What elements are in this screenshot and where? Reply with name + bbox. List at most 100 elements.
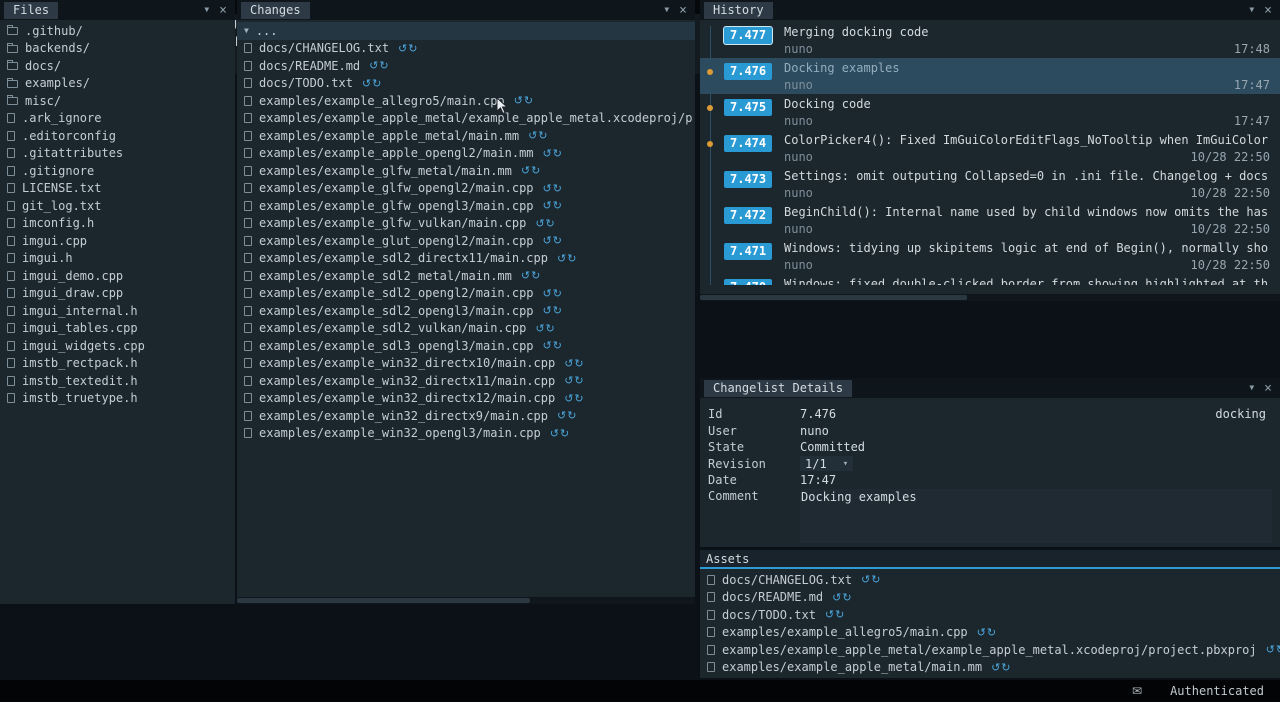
close-panel-icon[interactable]: × bbox=[1264, 382, 1272, 395]
filter-icon[interactable]: ▼ bbox=[204, 6, 209, 14]
commit-author: nuno bbox=[784, 78, 1274, 94]
changed-file-row[interactable]: examples/example_sdl3_opengl3/main.cpp ↺… bbox=[237, 337, 695, 355]
changed-file-row[interactable]: examples/example_sdl2_metal/main.mm ↺↻ bbox=[237, 267, 695, 285]
files-panel-title[interactable]: Files bbox=[4, 2, 58, 19]
comment-text[interactable]: Docking examples bbox=[800, 489, 1272, 543]
history-row[interactable]: 7.472 BeginChild(): Internal name used b… bbox=[700, 202, 1280, 238]
commit-time: 17:47 bbox=[1234, 78, 1270, 92]
file-tree-item[interactable]: imgui_widgets.cpp bbox=[0, 337, 235, 355]
file-name: .ark_ignore bbox=[22, 111, 101, 125]
file-icon bbox=[707, 575, 715, 585]
modified-icon: ↺↻ bbox=[977, 626, 997, 639]
history-panel-title[interactable]: History bbox=[704, 2, 773, 19]
file-tree-item[interactable]: imgui_draw.cpp bbox=[0, 285, 235, 303]
horizontal-scrollbar[interactable] bbox=[237, 597, 695, 604]
history-row[interactable]: 7.475 Docking code nuno 17:47 bbox=[700, 94, 1280, 130]
asset-row[interactable]: docs/CHANGELOG.txt ↺↻ bbox=[700, 571, 1280, 589]
scrollbar-thumb[interactable] bbox=[700, 295, 967, 300]
file-tree-item[interactable]: .editorconfig bbox=[0, 127, 235, 145]
file-icon bbox=[244, 288, 252, 298]
filter-icon[interactable]: ▼ bbox=[1249, 384, 1254, 392]
file-name: misc/ bbox=[25, 94, 61, 108]
file-tree-item[interactable]: imgui_tables.cpp bbox=[0, 320, 235, 338]
changed-file-row[interactable]: examples/example_win32_directx12/main.cp… bbox=[237, 390, 695, 408]
changed-file-row[interactable]: examples/example_apple_opengl2/main.mm ↺… bbox=[237, 145, 695, 163]
file-tree-item[interactable]: imconfig.h bbox=[0, 215, 235, 233]
filter-icon[interactable]: ▼ bbox=[664, 6, 669, 14]
version-badge: 7.477 bbox=[724, 27, 772, 44]
file-tree-item[interactable]: .ark_ignore bbox=[0, 110, 235, 128]
file-tree-item[interactable]: .github/ bbox=[0, 22, 235, 40]
changed-file-row[interactable]: examples/example_win32_opengl3/main.cpp … bbox=[237, 425, 695, 443]
file-icon bbox=[244, 358, 252, 368]
changed-file-row[interactable]: examples/example_allegro5/main.cpp ↺↻ bbox=[237, 92, 695, 110]
history-row[interactable]: 7.474 ColorPicker4(): Fixed ImGuiColorEd… bbox=[700, 130, 1280, 166]
file-tree-item[interactable]: docs/ bbox=[0, 57, 235, 75]
file-tree-item[interactable]: imgui.h bbox=[0, 250, 235, 268]
changed-file-row[interactable]: docs/README.md ↺↻ bbox=[237, 57, 695, 75]
file-tree-item[interactable]: imstb_truetype.h bbox=[0, 390, 235, 408]
changed-file-row[interactable]: examples/example_win32_directx11/main.cp… bbox=[237, 372, 695, 390]
version-badge: 7.474 bbox=[724, 135, 772, 152]
filter-icon[interactable]: ▼ bbox=[1249, 6, 1254, 14]
file-icon bbox=[244, 236, 252, 246]
file-tree-item[interactable]: imstb_rectpack.h bbox=[0, 355, 235, 373]
changeset-date: 17:47 bbox=[800, 473, 836, 487]
changed-file-row[interactable]: examples/example_glfw_opengl2/main.cpp ↺… bbox=[237, 180, 695, 198]
changes-panel-title[interactable]: Changes bbox=[241, 2, 310, 19]
changed-file-row[interactable]: examples/example_glut_opengl2/main.cpp ↺… bbox=[237, 232, 695, 250]
file-tree-item[interactable]: .gitattributes bbox=[0, 145, 235, 163]
file-tree-item[interactable]: git_log.txt bbox=[0, 197, 235, 215]
changed-file-row[interactable]: docs/CHANGELOG.txt ↺↻ bbox=[237, 40, 695, 58]
file-tree-item[interactable]: backends/ bbox=[0, 40, 235, 58]
changed-file-row[interactable]: examples/example_sdl2_directx11/main.cpp… bbox=[237, 250, 695, 268]
asset-row[interactable]: examples/example_allegro5/main.cpp ↺↻ bbox=[700, 624, 1280, 642]
close-panel-icon[interactable]: × bbox=[1264, 4, 1272, 17]
changed-file-row[interactable]: docs/TODO.txt ↺↻ bbox=[237, 75, 695, 93]
asset-row[interactable]: docs/README.md ↺↻ bbox=[700, 589, 1280, 607]
close-panel-icon[interactable]: × bbox=[679, 4, 687, 17]
mail-icon[interactable]: ✉ bbox=[1132, 684, 1142, 698]
history-row[interactable]: 7.477 Merging docking code nuno 17:48 bbox=[700, 22, 1280, 58]
history-row[interactable]: 7.470 Windows: fixed double-clicked bord… bbox=[700, 274, 1280, 285]
changed-file-row[interactable]: examples/example_apple_metal/example_app… bbox=[237, 110, 695, 128]
close-panel-icon[interactable]: × bbox=[219, 4, 227, 17]
file-tree-item[interactable]: misc/ bbox=[0, 92, 235, 110]
changed-file-row[interactable]: examples/example_win32_directx10/main.cp… bbox=[237, 355, 695, 373]
changed-file-row[interactable]: examples/example_win32_directx9/main.cpp… bbox=[237, 407, 695, 425]
details-panel-title[interactable]: Changelist Details bbox=[704, 380, 852, 397]
expand-icon[interactable]: ▼ bbox=[244, 26, 249, 35]
file-tree-item[interactable]: .gitignore bbox=[0, 162, 235, 180]
asset-row[interactable]: examples/example_apple_metal/main.mm ↺↻ bbox=[700, 659, 1280, 677]
scrollbar-thumb[interactable] bbox=[237, 598, 530, 603]
changes-root-row[interactable]: ▼ ... bbox=[237, 22, 695, 40]
file-tree-item[interactable]: imgui_internal.h bbox=[0, 302, 235, 320]
changed-file-row[interactable]: examples/example_apple_metal/main.mm ↺↻ bbox=[237, 127, 695, 145]
history-row[interactable]: 7.473 Settings: omit outputing Collapsed… bbox=[700, 166, 1280, 202]
changed-file-row[interactable]: examples/example_glfw_vulkan/main.cpp ↺↻ bbox=[237, 215, 695, 233]
revision-dropdown[interactable]: 1/1 ▾ bbox=[800, 456, 853, 471]
changes-list: docs/CHANGELOG.txt ↺↻ docs/README.md ↺↻ … bbox=[237, 40, 695, 443]
file-tree-item[interactable]: imgui.cpp bbox=[0, 232, 235, 250]
file-icon bbox=[244, 148, 252, 158]
history-row[interactable]: 7.476 Docking examples nuno 17:47 bbox=[700, 58, 1280, 94]
asset-row[interactable]: docs/TODO.txt ↺↻ bbox=[700, 606, 1280, 624]
changed-file-row[interactable]: examples/example_sdl2_vulkan/main.cpp ↺↻ bbox=[237, 320, 695, 338]
file-name: imgui_internal.h bbox=[22, 304, 138, 318]
changed-file-row[interactable]: examples/example_glfw_opengl3/main.cpp ↺… bbox=[237, 197, 695, 215]
modified-icon: ↺↻ bbox=[557, 252, 577, 265]
asset-row[interactable]: examples/example_apple_metal/example_app… bbox=[700, 641, 1280, 659]
file-tree-item[interactable]: examples/ bbox=[0, 75, 235, 93]
file-tree-item[interactable]: LICENSE.txt bbox=[0, 180, 235, 198]
commit-time: 10/28 22:50 bbox=[1191, 150, 1270, 164]
modified-icon: ↺↻ bbox=[861, 573, 881, 586]
history-row[interactable]: 7.471 Windows: tidying up skipitems logi… bbox=[700, 238, 1280, 274]
field-label: User bbox=[708, 424, 800, 438]
file-tree-item[interactable]: imstb_textedit.h bbox=[0, 372, 235, 390]
file-icon bbox=[707, 592, 715, 602]
file-tree-item[interactable]: imgui_demo.cpp bbox=[0, 267, 235, 285]
changed-file-row[interactable]: examples/example_sdl2_opengl3/main.cpp ↺… bbox=[237, 302, 695, 320]
horizontal-scrollbar[interactable] bbox=[700, 294, 1280, 301]
changed-file-row[interactable]: examples/example_sdl2_opengl2/main.cpp ↺… bbox=[237, 285, 695, 303]
changed-file-row[interactable]: examples/example_glfw_metal/main.mm ↺↻ bbox=[237, 162, 695, 180]
